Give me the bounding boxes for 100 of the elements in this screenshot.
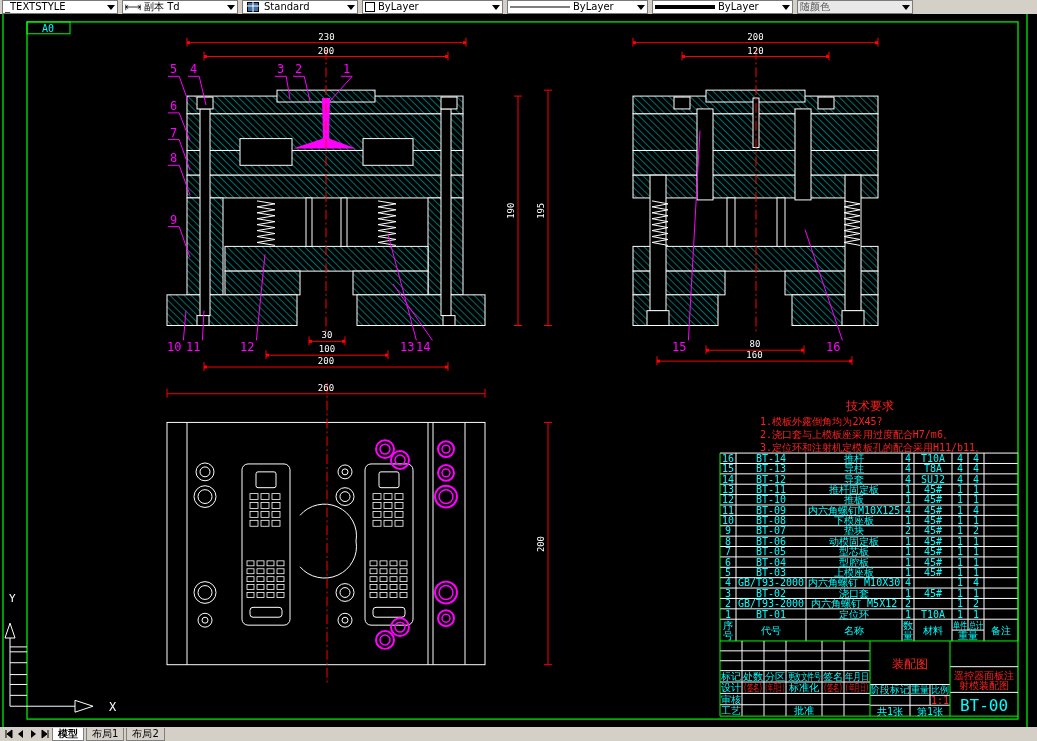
table-cell: 45# xyxy=(923,525,943,537)
drawing-type: 装配图 xyxy=(891,656,929,671)
table-cell: 定位环 xyxy=(838,608,870,620)
table-cell: 1 xyxy=(957,608,963,620)
table-cell: 1 xyxy=(973,556,979,568)
table-cell: 4 xyxy=(957,452,963,464)
table-cell: 上模座板 xyxy=(833,567,875,578)
table-cell: 内六角螺钉 M5X12 xyxy=(810,598,898,610)
layout-tab[interactable]: 布局2 xyxy=(126,727,165,741)
table-cell: 4 xyxy=(973,473,979,485)
column-header: 序号 xyxy=(722,620,734,641)
property-dropdown[interactable]: ByLayer xyxy=(362,0,503,14)
table-cell: 4 xyxy=(905,577,911,589)
table-cell: 45# xyxy=(923,556,943,568)
dimension-text: 200 xyxy=(317,45,335,56)
title-block-text: 重量 xyxy=(911,683,929,696)
title-block-text: 审核 xyxy=(720,693,742,705)
part-number: 4 xyxy=(190,62,198,77)
table-cell: 推杆 xyxy=(843,452,865,464)
layout-tab[interactable]: 模型 xyxy=(52,727,84,741)
table-cell: 45# xyxy=(923,546,943,558)
property-dropdown[interactable]: _TEXTSTYLE xyxy=(2,0,118,14)
sheet-number: 第1张 xyxy=(916,705,944,717)
property-dropdown[interactable]: Standard xyxy=(242,0,358,14)
table-cell: 1 xyxy=(957,556,963,568)
leader-line xyxy=(167,164,191,196)
part-number: 15 xyxy=(672,340,687,355)
table-cell: 4 xyxy=(973,504,979,516)
table-cell: 推杆固定板 xyxy=(828,484,880,495)
title-block-text: 年月日 xyxy=(845,671,869,683)
title-block-text: 标准化 xyxy=(788,682,820,694)
dimension-text: 120 xyxy=(747,45,764,56)
table-cell: 15 xyxy=(722,463,734,475)
title-block-text: 标记 xyxy=(720,671,742,682)
table-cell: 1 xyxy=(725,608,731,620)
part-number: 12 xyxy=(240,340,255,355)
last-tab-icon[interactable] xyxy=(40,729,50,739)
dimension-text: 100 xyxy=(318,344,336,355)
table-cell: 11 xyxy=(722,504,734,516)
table-cell: 型芯板 xyxy=(838,546,870,558)
table-cell: 10 xyxy=(722,515,734,527)
table-cell: BT-13 xyxy=(755,463,787,475)
part-number: 5 xyxy=(170,62,178,77)
dimension-text: 260 xyxy=(317,382,335,393)
table-cell: 4 xyxy=(905,452,911,464)
property-dropdown[interactable]: 副本 Td xyxy=(122,0,238,14)
table-cell: 1 xyxy=(957,587,963,599)
first-tab-icon[interactable] xyxy=(4,729,14,739)
next-tab-icon[interactable] xyxy=(28,729,38,739)
dimension-text: 200 xyxy=(535,536,546,553)
table-cell: 4 xyxy=(905,473,911,485)
table-cell: 4 xyxy=(973,577,979,589)
title-block-text: (年月日) xyxy=(845,682,869,694)
table-cell: GB/T93-2000 xyxy=(737,577,805,589)
table-cell: BT-05 xyxy=(755,546,787,558)
table-cell: 1 xyxy=(957,567,963,578)
leader-line xyxy=(187,75,207,106)
table-cell: 9 xyxy=(725,525,731,537)
sheet-size-label: A0 xyxy=(42,22,54,34)
part-number: 13 xyxy=(400,340,415,355)
table-cell: 3 xyxy=(725,587,731,599)
table-cell: BT-10 xyxy=(755,494,787,506)
table-cell: 45# xyxy=(923,504,943,516)
leader-line xyxy=(329,75,353,102)
table-cell: 5 xyxy=(725,567,731,578)
dimension-text: 190 xyxy=(505,202,516,219)
table-cell: 45# xyxy=(923,494,943,506)
part-number: 8 xyxy=(170,151,178,166)
table-cell: 4 xyxy=(905,504,911,516)
part-number: 9 xyxy=(170,212,178,227)
leader-line xyxy=(167,139,191,171)
table-cell: 1 xyxy=(957,484,963,495)
table-cell: 1 xyxy=(905,567,911,578)
part-number: 10 xyxy=(167,340,182,355)
table-cell: 1 xyxy=(957,535,963,547)
title-block-text: 工艺 xyxy=(720,705,742,717)
table-cell: 1 xyxy=(905,484,911,495)
table-cell: 4 xyxy=(905,463,911,475)
part-number: 2 xyxy=(295,62,303,77)
layout-tab[interactable]: 布局1 xyxy=(86,727,125,741)
caret-icon xyxy=(902,4,910,10)
table-cell: 1 xyxy=(905,587,911,599)
previous-tab-icon[interactable] xyxy=(16,729,26,739)
property-dropdown[interactable]: ByLayer xyxy=(507,0,648,14)
title-block-text: (签名) xyxy=(743,681,763,694)
table-cell: BT-14 xyxy=(755,452,787,464)
table-cell: 45# xyxy=(923,587,943,599)
part-number: 16 xyxy=(826,340,841,355)
leader-line xyxy=(201,310,205,341)
table-cell: GB/T93-2000 xyxy=(737,598,805,610)
table-cell: 1 xyxy=(905,494,911,506)
table-cell: 1 xyxy=(905,608,911,620)
table-cell: 7 xyxy=(725,546,731,558)
title-block-text: 设计 xyxy=(720,682,742,694)
table-cell: 14 xyxy=(722,473,734,485)
table-cell: 1 xyxy=(973,515,979,527)
property-dropdown[interactable]: ByLayer xyxy=(652,0,793,14)
requirement-text: 1.模板外露倒角均为2X45? xyxy=(760,416,883,428)
table-cell: 1 xyxy=(973,587,979,599)
table-cell: 4 xyxy=(725,577,731,589)
